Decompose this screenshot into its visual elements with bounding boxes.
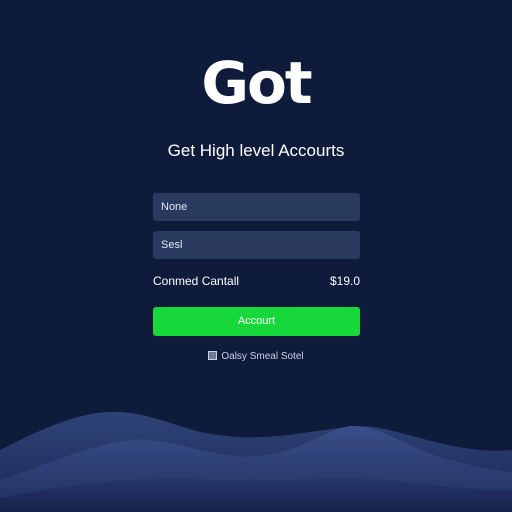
agreement-note-text: Oalsy Smeal Sotel	[221, 351, 304, 362]
page-title: Get High level Accourts	[167, 141, 345, 160]
seal-input[interactable]	[153, 231, 360, 259]
brand-logo: Got	[201, 49, 312, 117]
agreement-note[interactable]: Oalsy Smeal Sotel	[0, 351, 512, 363]
submit-button[interactable]: Accourt	[153, 307, 360, 336]
signup-page: Got Get High level Accourts Conmed Canta…	[0, 0, 512, 512]
summary-price: $19.0	[329, 274, 360, 288]
summary-row: Conmed Cantall $19.0	[153, 274, 360, 290]
name-input[interactable]	[153, 193, 360, 221]
summary-label: Conmed Cantall	[153, 274, 240, 288]
checkbox-icon[interactable]	[208, 351, 218, 360]
mountain-background-image	[0, 411, 512, 512]
